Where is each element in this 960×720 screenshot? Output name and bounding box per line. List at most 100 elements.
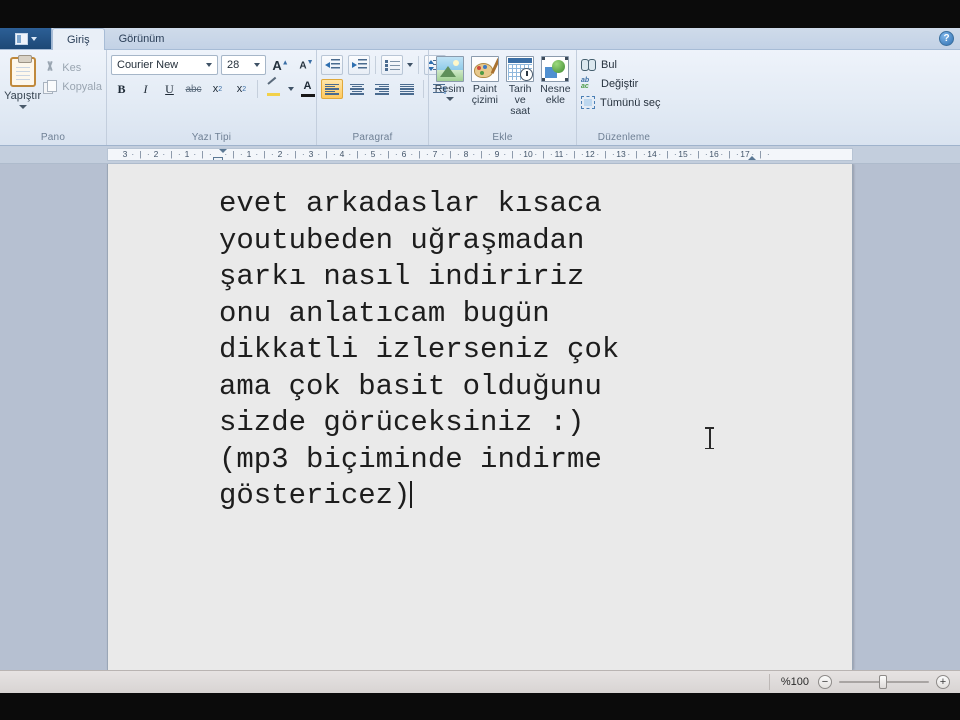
document-line[interactable]: onu anlatıcam bugün: [219, 296, 852, 333]
font-name-combo[interactable]: Courier New: [111, 55, 218, 75]
font-color-label: A: [303, 80, 312, 92]
document-icon[interactable]: [14, 32, 28, 45]
font-color-button[interactable]: A: [297, 79, 318, 99]
align-right-button[interactable]: [371, 79, 393, 99]
chevron-down-icon[interactable]: [18, 105, 27, 109]
ruler-tick-label: 1: [246, 149, 252, 159]
ruler-dot: ·: [441, 149, 445, 159]
horizontal-ruler[interactable]: 3 · | · 2 · | · 1 · | · 1 · | · 2 · | · 3 · | · 4 · | · 5 · | · 6 · | · 7 · | ·…: [107, 148, 853, 161]
underline-button[interactable]: U: [159, 79, 180, 99]
ruler-dot: ·: [255, 149, 259, 159]
ruler-dot: ·: [611, 149, 615, 159]
paste-button[interactable]: Yapıştır: [4, 55, 41, 109]
ruler-dot: |: [697, 149, 700, 159]
increase-indent-button[interactable]: [348, 55, 370, 75]
ruler-dot: |: [635, 149, 638, 159]
document-line[interactable]: dikkatli izlerseniz çok: [219, 332, 852, 369]
help-icon[interactable]: ?: [939, 31, 954, 46]
decrease-indent-icon: [324, 59, 340, 71]
chevron-down-icon[interactable]: [30, 36, 37, 41]
insert-picture-button[interactable]: Resim: [433, 55, 466, 101]
document-line[interactable]: evet arkadaslar kısaca: [219, 186, 852, 223]
zoom-slider[interactable]: [839, 675, 929, 689]
ruler-dot: ·: [317, 149, 321, 159]
group-title-pano: Pano: [40, 132, 66, 143]
divider: [423, 80, 424, 98]
align-center-button[interactable]: [346, 79, 368, 99]
decrease-indent-button[interactable]: [321, 55, 343, 75]
picture-icon: [435, 56, 464, 82]
chevron-down-icon[interactable]: [407, 63, 413, 67]
highlight-button[interactable]: [263, 79, 284, 99]
insert-object-button[interactable]: Nesne ekle: [539, 55, 572, 106]
tab-giris[interactable]: Giriş: [52, 28, 105, 50]
ruler-dot: ·: [394, 149, 398, 159]
ruler-tick-label: 11: [554, 149, 564, 159]
ruler-tick-label: 9: [494, 149, 500, 159]
document-line[interactable]: youtubeden uğraşmadan: [219, 223, 852, 260]
ruler-dot: ·: [580, 149, 584, 159]
left-indent-marker[interactable]: [213, 157, 223, 160]
paint-drawing-button[interactable]: Paint çizimi: [468, 55, 501, 106]
insert-object-label-2: ekle: [545, 94, 565, 106]
chevron-down-icon[interactable]: [288, 87, 294, 91]
document-page[interactable]: evet arkadaslar kısaca youtubeden uğraşma…: [107, 164, 853, 670]
tab-gorunum[interactable]: Görünüm: [105, 28, 179, 49]
document-line[interactable]: şarkı nasıl indiririz: [219, 259, 852, 296]
document-line[interactable]: sizde görüceksiniz :): [219, 405, 852, 442]
document-line[interactable]: göstericez): [219, 478, 852, 515]
chevron-down-icon[interactable]: [250, 63, 263, 67]
ruler-dot: ·: [193, 149, 197, 159]
align-center-icon: [350, 83, 364, 95]
ruler-dot: ·: [642, 149, 646, 159]
text-cursor-icon: [705, 427, 714, 449]
ruler-dot: ·: [456, 149, 460, 159]
shrink-font-button[interactable]: A▼: [295, 55, 318, 75]
copy-button[interactable]: Kopyala: [43, 80, 102, 94]
divider: [257, 80, 258, 98]
justify-button[interactable]: [396, 79, 418, 99]
bold-button[interactable]: B: [111, 79, 132, 99]
select-all-button[interactable]: Tümünü seç: [581, 96, 661, 109]
document-text[interactable]: evet arkadaslar kısaca youtubeden uğraşma…: [108, 164, 852, 515]
ruler-area: 3 · | · 2 · | · 1 · | · 1 · | · 2 · | · 3 · | · 4 · | · 5 · | · 6 · | · 7 · | ·…: [0, 146, 960, 164]
ruler-dot: ·: [363, 149, 367, 159]
quick-access-toolbar[interactable]: [0, 28, 52, 49]
divider: [375, 56, 376, 74]
date-time-button[interactable]: Tarih ve saat: [504, 55, 537, 117]
grow-font-button[interactable]: A▲: [269, 55, 292, 75]
font-size-combo[interactable]: 28: [221, 55, 266, 75]
zoom-in-button[interactable]: +: [936, 675, 950, 689]
font-color-icon: A: [300, 80, 315, 97]
highlight-icon: [266, 82, 281, 96]
find-button[interactable]: Bul: [581, 58, 661, 71]
insert-object-icon: [541, 56, 570, 82]
align-left-button[interactable]: [321, 79, 343, 99]
ruler-dot: ·: [565, 149, 569, 159]
zoom-slider-thumb[interactable]: [878, 675, 887, 689]
replace-label: Değiştir: [601, 77, 639, 90]
italic-button[interactable]: I: [135, 79, 156, 99]
underline-label: U: [165, 81, 174, 96]
ruler-dot: ·: [549, 149, 553, 159]
document-line[interactable]: (mp3 biçiminde indirme: [219, 442, 852, 479]
cut-button[interactable]: Kes: [43, 61, 102, 75]
ruler-tick-label: 4: [339, 149, 345, 159]
chevron-down-icon[interactable]: [445, 97, 454, 101]
strikethrough-button[interactable]: abc: [183, 79, 204, 99]
bullets-button[interactable]: [381, 55, 403, 75]
zoom-out-button[interactable]: −: [818, 675, 832, 689]
chevron-down-icon[interactable]: [202, 63, 215, 67]
subscript-button[interactable]: x2: [207, 79, 228, 99]
find-icon: [581, 58, 596, 71]
document-line[interactable]: ama çok basit olduğunu: [219, 369, 852, 406]
ruler-tick-label: 2: [277, 149, 283, 159]
group-title-editing: Düzenleme: [597, 132, 651, 143]
zoom-percent-label: %100: [780, 676, 809, 688]
ruler-tick-label: 15: [678, 149, 688, 159]
italic-label: I: [143, 81, 148, 96]
strikethrough-label: abc: [185, 83, 202, 95]
replace-button[interactable]: ab ac Değiştir: [581, 77, 661, 90]
superscript-button[interactable]: x2: [231, 79, 252, 99]
ribbon-spacer: [671, 50, 960, 145]
